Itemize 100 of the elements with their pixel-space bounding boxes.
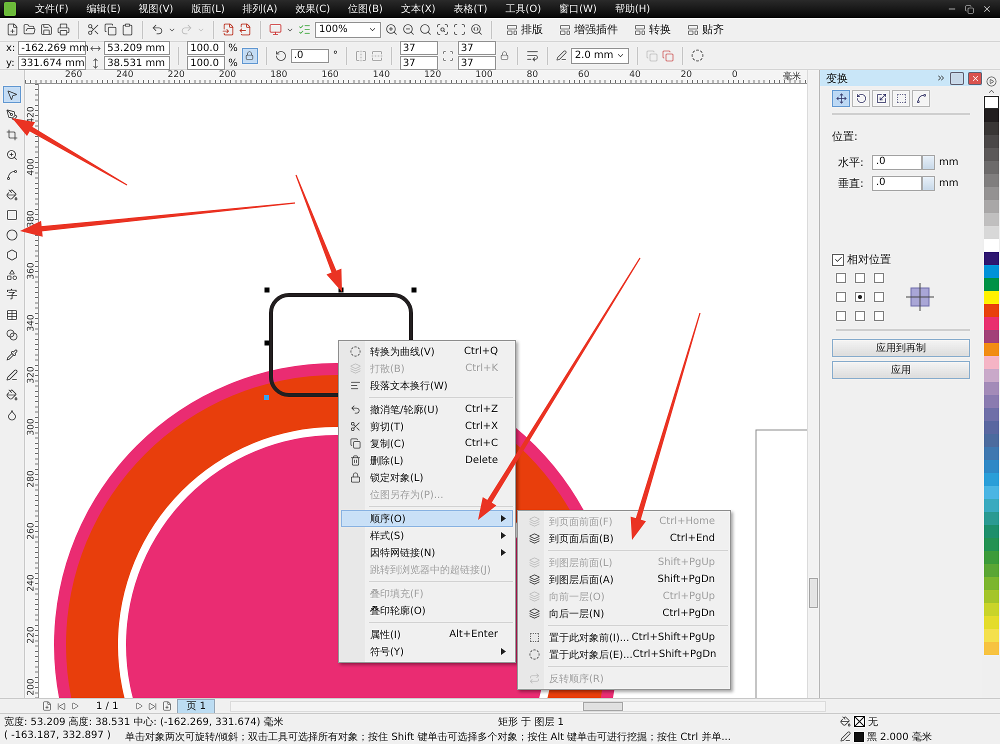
- menu-item[interactable]: 编辑(E): [78, 2, 130, 16]
- folder-icon[interactable]: [23, 23, 36, 36]
- tool-button[interactable]: 字: [3, 286, 21, 303]
- lock-icon[interactable]: [500, 51, 509, 60]
- plugin-button[interactable]: 贴齐: [681, 22, 730, 37]
- menu-item[interactable]: 复制(C) Ctrl+C: [341, 435, 513, 452]
- zoom-frame-icon[interactable]: [453, 23, 466, 36]
- rotate-icon[interactable]: [274, 50, 287, 62]
- menu-item[interactable]: 符号(Y): [341, 643, 513, 660]
- menu-item[interactable]: 顺序(O): [341, 510, 513, 527]
- corner-field[interactable]: 37: [458, 41, 496, 55]
- corner-icon[interactable]: [442, 50, 454, 62]
- scroll-up-icon[interactable]: [986, 87, 996, 96]
- color-swatch[interactable]: [984, 122, 998, 135]
- menu-item[interactable]: 窗口(W): [550, 2, 606, 16]
- color-swatch[interactable]: [984, 642, 998, 655]
- zoom-icon[interactable]: [419, 23, 432, 36]
- color-swatch[interactable]: [984, 408, 998, 421]
- color-swatch[interactable]: [984, 226, 998, 239]
- menu-item[interactable]: 到图层后面(A) Shift+PgDn: [520, 571, 728, 588]
- color-swatch[interactable]: [984, 538, 998, 551]
- color-swatch[interactable]: [984, 291, 998, 304]
- height-field[interactable]: 38.531 mm: [104, 56, 170, 70]
- color-swatch[interactable]: [984, 356, 998, 369]
- color-swatch[interactable]: [984, 330, 998, 343]
- scrollbar-thumb[interactable]: [583, 702, 623, 710]
- transform-tab[interactable]: [872, 90, 890, 107]
- color-swatch[interactable]: [984, 551, 998, 564]
- export-icon[interactable]: [239, 23, 252, 36]
- last-page-icon[interactable]: [148, 702, 158, 710]
- transform-tab[interactable]: [912, 90, 930, 107]
- menu-item[interactable]: 样式(S): [341, 527, 513, 544]
- color-swatch[interactable]: [984, 265, 998, 278]
- back-icon[interactable]: [662, 50, 674, 62]
- menu-item[interactable]: 表格(T): [444, 2, 496, 16]
- color-swatch[interactable]: [984, 135, 998, 148]
- next-page-icon[interactable]: [135, 702, 144, 710]
- menu-item[interactable]: 帮助(H): [606, 2, 660, 16]
- plugin-button[interactable]: 转换: [628, 22, 677, 37]
- color-swatch[interactable]: [984, 213, 998, 226]
- zoom-out-icon[interactable]: [402, 23, 415, 36]
- plugin-button[interactable]: 排版: [500, 22, 549, 37]
- outline-width-dropdown[interactable]: 2.0 mm: [570, 48, 629, 64]
- corner-field[interactable]: 37: [400, 41, 438, 55]
- transform-tab[interactable]: [832, 90, 850, 107]
- page-tab[interactable]: 页 1: [177, 698, 215, 714]
- apply-button[interactable]: 应用到再制: [832, 339, 970, 357]
- monitor-icon[interactable]: [269, 23, 282, 36]
- menu-item[interactable]: 删除(L) Delete: [341, 452, 513, 469]
- menu-item[interactable]: 向后一层(N) Ctrl+PgDn: [520, 605, 728, 622]
- rotation-field[interactable]: .0: [290, 48, 329, 62]
- color-swatch[interactable]: [984, 187, 998, 200]
- menu-item[interactable]: 版面(L): [182, 2, 234, 16]
- color-swatch[interactable]: [984, 239, 998, 252]
- close-icon[interactable]: [982, 4, 992, 14]
- color-swatch[interactable]: [984, 278, 998, 291]
- corner-field[interactable]: 37: [458, 56, 496, 70]
- scale-field[interactable]: 100.0: [187, 41, 226, 55]
- menu-item[interactable]: 置于此对象前(I)... Ctrl+Shift+PgUp: [520, 629, 728, 646]
- color-swatch[interactable]: [984, 525, 998, 538]
- menu-item[interactable]: 剪切(T) Ctrl+X: [341, 418, 513, 435]
- color-swatch[interactable]: [984, 317, 998, 330]
- color-swatch[interactable]: [984, 629, 998, 642]
- menu-item[interactable]: 撤消笔/轮廓(U) Ctrl+Z: [341, 401, 513, 418]
- color-swatch[interactable]: [984, 577, 998, 590]
- close-button[interactable]: [968, 72, 982, 84]
- color-swatch[interactable]: [984, 343, 998, 356]
- color-swatch[interactable]: [984, 148, 998, 161]
- color-swatch[interactable]: [984, 499, 998, 512]
- selection-handle[interactable]: [264, 395, 269, 400]
- color-swatch[interactable]: [984, 590, 998, 603]
- menu-item[interactable]: 锁定对象(L): [341, 469, 513, 486]
- menu-item[interactable]: 叠印轮廓(O): [341, 602, 513, 619]
- color-swatch[interactable]: [984, 421, 998, 434]
- menu-item[interactable]: 工具(O): [496, 2, 550, 16]
- menu-item[interactable]: 排列(A): [234, 2, 286, 16]
- menu-item[interactable]: 位图(B): [339, 2, 392, 16]
- menu-item[interactable]: 属性(I) Alt+Enter: [341, 626, 513, 643]
- color-swatch[interactable]: [984, 369, 998, 382]
- menu-item[interactable]: 文件(F): [26, 2, 78, 16]
- menu-item[interactable]: 段落文本换行(W): [341, 377, 513, 394]
- no-color-swatch[interactable]: [984, 96, 998, 109]
- add-page-icon[interactable]: [162, 701, 172, 711]
- selection-handle[interactable]: [264, 340, 270, 346]
- scrollbar-thumb[interactable]: [809, 578, 818, 608]
- transform-tab[interactable]: [892, 90, 910, 107]
- menu-item[interactable]: 转换为曲线(V) Ctrl+Q: [341, 343, 513, 360]
- lock-button[interactable]: [242, 48, 258, 64]
- color-swatch[interactable]: [984, 434, 998, 447]
- menu-item[interactable]: 置于此对象后(E)...Ctrl+Shift+PgDn: [520, 646, 728, 663]
- selection-handle[interactable]: [412, 288, 416, 292]
- color-swatch[interactable]: [984, 616, 998, 629]
- new-file-icon[interactable]: [6, 23, 19, 36]
- checklist-icon[interactable]: [298, 23, 311, 36]
- import-icon[interactable]: [222, 23, 235, 36]
- color-swatch[interactable]: [984, 564, 998, 577]
- zoom-page-icon[interactable]: [436, 23, 449, 36]
- color-swatch[interactable]: [984, 603, 998, 616]
- zoom-dropdown[interactable]: 100%: [315, 22, 381, 38]
- checkbox[interactable]: [832, 254, 844, 266]
